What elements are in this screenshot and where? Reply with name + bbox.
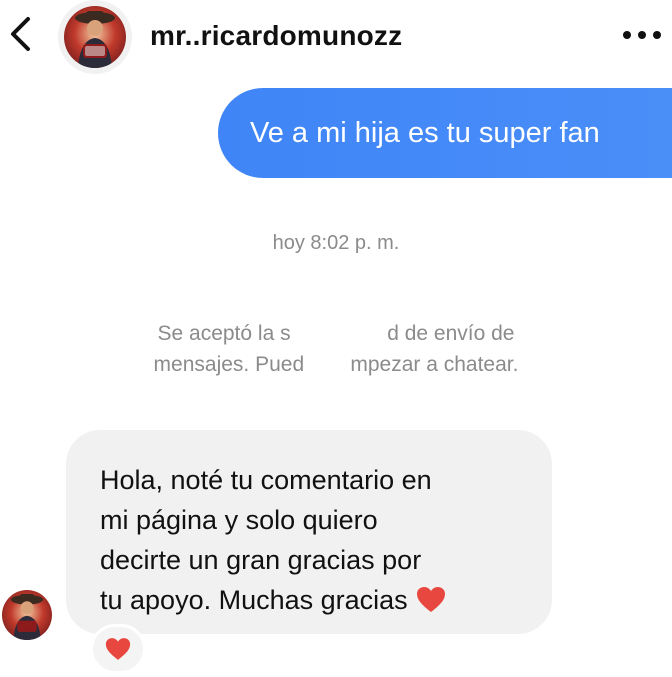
avatar-image <box>64 6 126 68</box>
message-reaction[interactable] <box>90 624 146 674</box>
chevron-left-icon <box>11 17 30 51</box>
message-line: Hola, noté tu comentario en <box>100 465 432 495</box>
message-line: mi página y solo quiero <box>100 505 378 535</box>
notice-line: mensajes. Pued mpezar a chatear. <box>153 353 519 376</box>
profile-avatar[interactable] <box>58 0 132 74</box>
more-options-button[interactable] <box>618 22 666 48</box>
message-line: tu apoyo. Muchas gracias <box>100 585 408 615</box>
chat-username[interactable]: mr..ricardomunozz <box>150 20 402 52</box>
notice-line: Se aceptó la s d de envío de <box>157 322 515 345</box>
received-message-text: Hola, noté tu comentario en mi página y … <box>100 460 524 624</box>
chat-screen: mr..ricardomunozz Ve a mi hija es tu sup… <box>0 0 672 677</box>
chat-header: mr..ricardomunozz <box>0 0 672 76</box>
message-timestamp: hoy 8:02 p. m. <box>272 232 400 254</box>
sender-avatar[interactable] <box>2 590 52 640</box>
message-line: decirte un gran gracias por <box>100 545 422 575</box>
request-accepted-notice: Se aceptó la s d de envío de mensajes. P… <box>100 318 572 380</box>
more-horizontal-icon <box>623 31 661 39</box>
back-button[interactable] <box>4 12 38 56</box>
sent-message-bubble[interactable]: Ve a mi hija es tu super fan <box>218 88 672 178</box>
heart-emoji-icon <box>416 584 446 624</box>
sent-message-text: Ve a mi hija es tu super fan <box>250 116 600 149</box>
message-line-last: tu apoyo. Muchas gracias <box>100 580 524 624</box>
received-message-bubble[interactable]: Hola, noté tu comentario en mi página y … <box>66 430 552 634</box>
heart-icon <box>105 638 131 660</box>
